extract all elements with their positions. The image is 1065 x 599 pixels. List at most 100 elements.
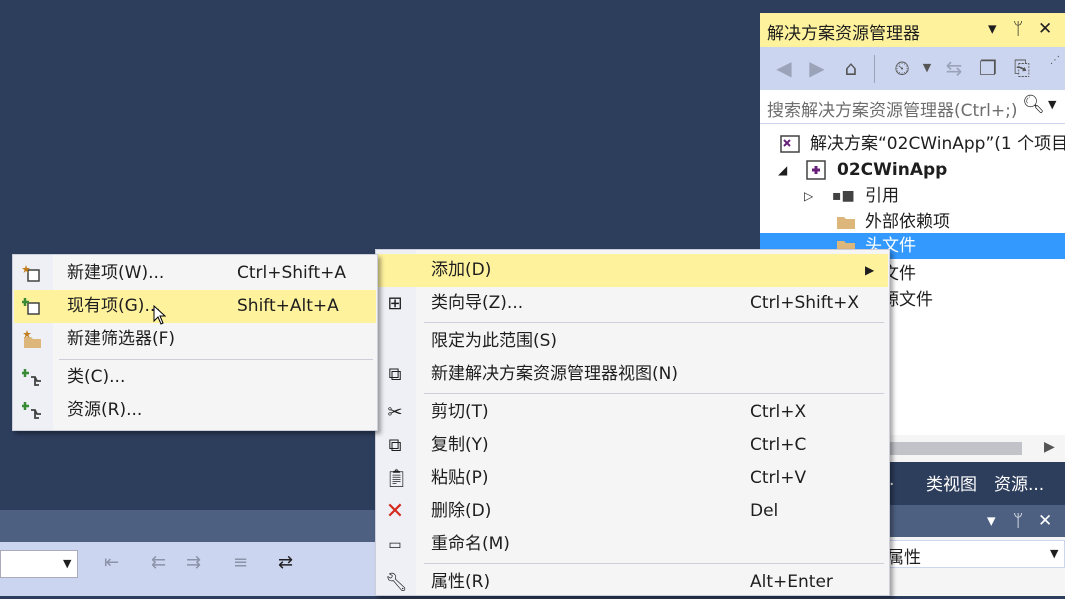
menu-item-class[interactable]: 类(C)... bbox=[14, 361, 376, 394]
sync-icon[interactable]: ⇆ bbox=[942, 56, 966, 80]
solution-explorer-toolbar: ◀ ▶ ⌂ ⏲ ▼ ⇆ ❐ ⎘ ⋰ bbox=[760, 47, 1065, 90]
tree-item-label: 引用 bbox=[865, 186, 899, 206]
rename-icon: ▭ bbox=[388, 537, 402, 553]
properties-object-combo[interactable]: 属性 ▼ bbox=[886, 540, 1065, 568]
panel-dropdown-button[interactable]: ▾ bbox=[987, 511, 996, 531]
show-all-files-icon[interactable]: ⎘ bbox=[1010, 56, 1034, 80]
tree-item-label: 解决方案“02CWinApp”(1 个项目) bbox=[810, 134, 1065, 154]
menu-item-scope-to-this[interactable]: 限定为此范围(S) bbox=[377, 325, 888, 358]
menu-item-label: 重命名(M) bbox=[431, 534, 510, 554]
menu-item-label: 添加(D) bbox=[431, 260, 492, 280]
tree-item-label: 02CWinApp bbox=[837, 160, 948, 180]
uncomment-icon[interactable]: ≡ bbox=[233, 552, 248, 573]
folder-icon bbox=[837, 217, 855, 229]
menu-item-new-item[interactable]: 新建项(W)... Ctrl+Shift+A bbox=[14, 257, 376, 290]
menu-item-label: 新建解决方案资源管理器视图(N) bbox=[431, 364, 678, 384]
menu-item-add[interactable]: 添加(D) ▶ bbox=[377, 254, 888, 287]
tab-class-view[interactable]: 类视图 bbox=[926, 470, 977, 495]
chevron-down-icon[interactable]: ▼ bbox=[1050, 547, 1058, 560]
new-item-icon bbox=[22, 265, 40, 282]
class-icon bbox=[22, 369, 41, 386]
properties-title-bar: ▾ ᛘ ✕ bbox=[886, 505, 1065, 537]
new-filter-icon bbox=[23, 330, 41, 348]
pin-button[interactable]: ᛘ bbox=[1013, 511, 1023, 531]
menu-item-label: 剪切(T) bbox=[431, 402, 489, 422]
forward-icon[interactable]: ▶ bbox=[805, 56, 829, 80]
chevron-down-icon[interactable]: ▼ bbox=[915, 56, 939, 80]
collapse-all-icon[interactable]: ❐ bbox=[976, 56, 1000, 80]
menu-item-label: 现有项(G)... bbox=[67, 296, 161, 316]
scroll-right-icon[interactable]: ▶ bbox=[1044, 439, 1055, 455]
solution-icon bbox=[780, 135, 800, 153]
editor-strip-title bbox=[0, 510, 376, 542]
word-wrap-icon[interactable]: ⇄ bbox=[278, 552, 293, 573]
menu-item-label: 复制(Y) bbox=[431, 435, 489, 455]
menu-item-shortcut: Ctrl+C bbox=[750, 435, 807, 455]
back-icon[interactable]: ◀ bbox=[772, 56, 796, 80]
cut-icon: ✂ bbox=[387, 402, 403, 423]
menu-item-label: 新建项(W)... bbox=[67, 263, 165, 283]
menu-item-label: 属性(R) bbox=[431, 572, 491, 592]
pending-changes-icon[interactable]: ⏲ bbox=[890, 56, 914, 80]
explorer-bottom-tabs: . 类视图 资源... bbox=[886, 462, 1065, 500]
overflow-icon[interactable]: ⋰ bbox=[1043, 49, 1065, 73]
copy-icon: ⧉ bbox=[388, 435, 402, 456]
mouse-cursor-icon bbox=[153, 305, 167, 325]
references-icon: ▪■ bbox=[832, 188, 855, 204]
outdent-icon[interactable]: ⇇ bbox=[151, 552, 166, 573]
menu-item-shortcut: Ctrl+X bbox=[750, 402, 807, 422]
menu-item-shortcut: Alt+Enter bbox=[750, 572, 833, 592]
properties-combo-label: 属性 bbox=[887, 548, 921, 568]
chevron-down-icon[interactable]: ▼ bbox=[63, 557, 71, 570]
editor-combo[interactable]: ▼ bbox=[0, 550, 78, 578]
menu-item-shortcut: Ctrl+Shift+A bbox=[237, 263, 347, 283]
menu-item-new-explorer-view[interactable]: ⧉ 新建解决方案资源管理器视图(N) bbox=[377, 358, 888, 391]
comment-icon[interactable]: ⇤ bbox=[104, 552, 119, 573]
project-icon bbox=[806, 160, 826, 180]
wrench-icon: 🔧︎ bbox=[385, 572, 408, 593]
search-placeholder: 搜索解决方案资源管理器(Ctrl+;) bbox=[767, 101, 1018, 121]
indent-icon[interactable]: ⇉ bbox=[186, 552, 201, 573]
menu-item-label: 类向导(Z)... bbox=[431, 293, 524, 313]
solution-explorer-search-box[interactable]: 搜索解决方案资源管理器(Ctrl+;) 🔍︎ ▼ bbox=[760, 90, 1065, 124]
solution-explorer-title-bar: 解决方案资源管理器 ▾ ᛘ ✕ bbox=[760, 13, 1065, 47]
close-panel-button[interactable]: ✕ bbox=[1038, 511, 1052, 531]
tab-resource-view[interactable]: 资源... bbox=[994, 470, 1044, 495]
menu-item-shortcut: Shift+Alt+A bbox=[237, 296, 339, 316]
menu-item-paste[interactable]: 📋︎ 粘贴(P) Ctrl+V bbox=[377, 462, 888, 495]
menu-item-shortcut: Ctrl+V bbox=[750, 468, 807, 488]
add-submenu: 新建项(W)... Ctrl+Shift+A 现有项(G)... Shift+A… bbox=[12, 254, 378, 431]
submenu-arrow-icon: ▶ bbox=[865, 263, 875, 277]
resource-icon bbox=[22, 402, 41, 419]
menu-item-rename[interactable]: ▭ 重命名(M) bbox=[377, 528, 888, 561]
menu-item-label: 新建筛选器(F) bbox=[67, 329, 176, 349]
menu-item-class-wizard[interactable]: ⊞ 类向导(Z)... Ctrl+Shift+X bbox=[377, 287, 888, 320]
menu-item-label: 删除(D) bbox=[431, 501, 492, 521]
pin-button[interactable]: ᛘ bbox=[1013, 19, 1023, 39]
menu-item-cut[interactable]: ✂ 剪切(T) Ctrl+X bbox=[377, 396, 888, 429]
menu-item-label: 粘贴(P) bbox=[431, 468, 489, 488]
context-menu: 添加(D) ▶ ⊞ 类向导(Z)... Ctrl+Shift+X 限定为此范围(… bbox=[375, 249, 890, 596]
menu-item-shortcut: Ctrl+Shift+X bbox=[750, 293, 860, 313]
menu-item-delete[interactable]: ✕ 删除(D) Del bbox=[377, 495, 888, 528]
menu-item-new-filter[interactable]: 新建筛选器(F) bbox=[14, 323, 376, 356]
search-icon[interactable]: 🔍︎ bbox=[1022, 94, 1045, 115]
menu-item-label: 限定为此范围(S) bbox=[431, 331, 558, 351]
solution-explorer-title: 解决方案资源管理器 bbox=[767, 24, 920, 44]
expanded-arrow-icon[interactable]: ◢ bbox=[778, 157, 787, 183]
menu-item-copy[interactable]: ⧉ 复制(Y) Ctrl+C bbox=[377, 429, 888, 462]
panel-dropdown-button[interactable]: ▾ bbox=[988, 19, 997, 39]
close-panel-button[interactable]: ✕ bbox=[1038, 19, 1052, 39]
menu-item-label: 资源(R)... bbox=[67, 400, 143, 420]
class-wizard-icon: ⊞ bbox=[387, 293, 403, 314]
collapsed-arrow-icon[interactable]: ▷ bbox=[804, 183, 813, 209]
paste-icon: 📋︎ bbox=[385, 468, 408, 489]
home-icon[interactable]: ⌂ bbox=[839, 56, 863, 80]
menu-item-shortcut: Del bbox=[750, 501, 779, 521]
menu-item-properties[interactable]: 🔧︎ 属性(R) Alt+Enter bbox=[377, 566, 888, 599]
new-view-icon: ⧉ bbox=[388, 364, 402, 385]
menu-item-resource[interactable]: 资源(R)... bbox=[14, 394, 376, 427]
existing-item-icon bbox=[22, 298, 40, 315]
search-dropdown-icon[interactable]: ▼ bbox=[1048, 98, 1056, 111]
menu-item-existing-item[interactable]: 现有项(G)... Shift+Alt+A bbox=[14, 290, 376, 323]
